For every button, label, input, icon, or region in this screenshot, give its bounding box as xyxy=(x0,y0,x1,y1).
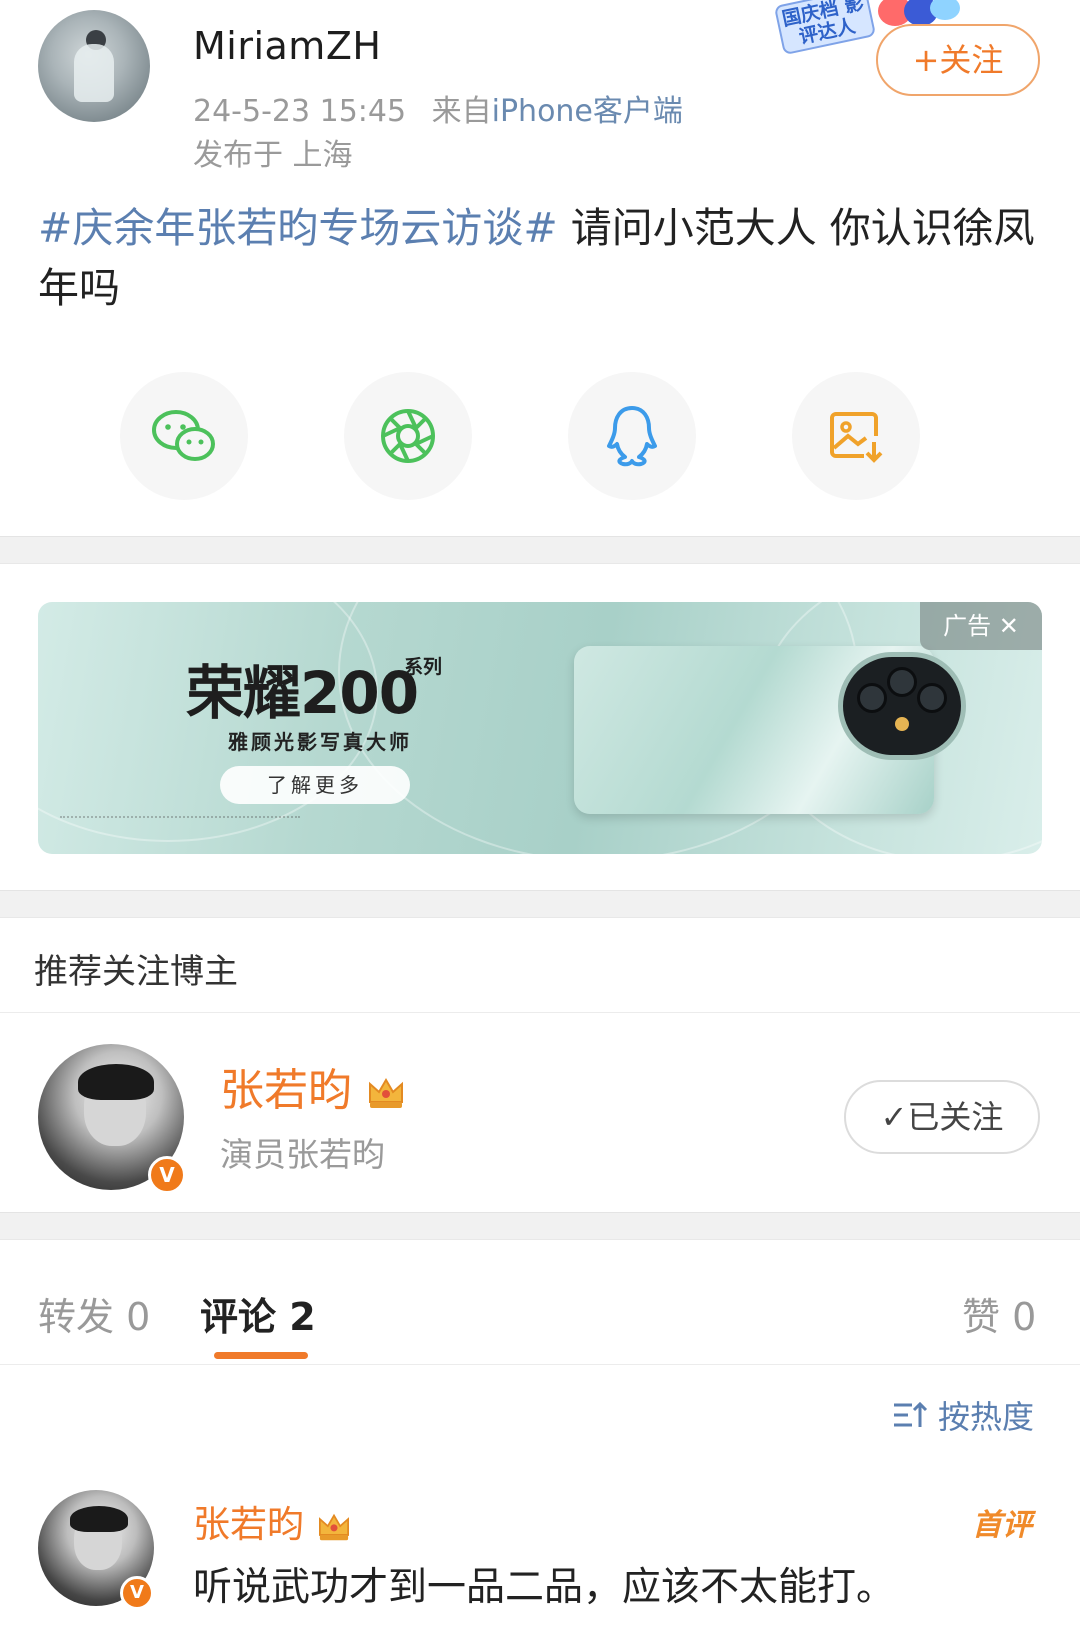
camera-lens xyxy=(917,683,947,713)
avatar-hair xyxy=(78,1064,154,1100)
ad-banner[interactable]: 荣耀200 系列 雅顾光影写真大师 了解更多 广告 ✕ xyxy=(38,602,1042,854)
first-comment-badge: 首评 xyxy=(972,1508,1032,1543)
sticker-balloon-icon xyxy=(930,0,960,20)
share-qq-button[interactable] xyxy=(568,372,696,500)
save-image-button[interactable] xyxy=(792,372,920,500)
divider-line xyxy=(0,1364,1080,1365)
recommend-section-title: 推荐关注博主 xyxy=(34,952,238,992)
share-wechat-button[interactable] xyxy=(120,372,248,500)
share-row xyxy=(0,372,1080,502)
wechat-icon xyxy=(152,410,215,461)
post-location: 发布于 上海 xyxy=(193,138,353,173)
commenter-name-text: 张若昀 xyxy=(193,1503,304,1546)
sort-label: 按热度 xyxy=(938,1398,1035,1436)
active-tab-indicator xyxy=(214,1352,308,1359)
ad-learn-more-button[interactable]: 了解更多 xyxy=(220,766,410,804)
interaction-tabs: 转发 0 评论 2 赞 0 xyxy=(0,1250,1080,1360)
recommended-user-avatar[interactable]: V xyxy=(38,1044,186,1194)
sort-icon xyxy=(894,1401,928,1427)
verified-v-badge-icon: V xyxy=(120,1576,154,1610)
avatar-figure-body xyxy=(74,44,114,102)
moments-icon xyxy=(381,409,435,463)
ad-series-label: 系列 xyxy=(404,656,443,678)
comment-text: 听说武功才到一品二品，应该不太能打。 xyxy=(193,1565,896,1610)
tab-comment[interactable]: 评论 2 xyxy=(200,1286,316,1341)
recommended-user-name[interactable]: 张若昀 xyxy=(220,1054,406,1118)
sticker-label: 国庆档 影评达人 xyxy=(773,0,877,56)
sort-by-hot-button[interactable]: 按热度 xyxy=(892,1392,1034,1438)
topic-hashtag[interactable]: #庆余年张若昀专场云访谈# xyxy=(38,204,558,252)
ad-close-label[interactable]: 广告 ✕ xyxy=(920,602,1042,650)
author-avatar[interactable] xyxy=(38,10,150,122)
verified-v-badge-icon: V xyxy=(148,1156,186,1194)
ad-tagline: 雅顾光影写真大师 xyxy=(228,730,412,754)
post-meta: 24-5-23 15:45 来自iPhone客户端 xyxy=(193,86,683,130)
source-client[interactable]: iPhone客户端 xyxy=(492,94,683,129)
source-prefix: 来自 xyxy=(431,94,492,129)
share-moments-button[interactable] xyxy=(344,372,472,500)
recommended-user-description: 演员张若昀 xyxy=(220,1135,385,1174)
commenter-name[interactable]: 张若昀 xyxy=(193,1494,352,1548)
divider-line xyxy=(0,1012,1080,1013)
camera-flash xyxy=(895,717,909,731)
ad-brand-title: 荣耀200 xyxy=(186,659,419,727)
tab-like[interactable]: 赞 0 xyxy=(962,1286,1036,1341)
crown-icon xyxy=(369,1078,403,1108)
qq-icon xyxy=(607,406,657,467)
recommended-user-name-text: 张若昀 xyxy=(220,1065,352,1116)
ad-fine-print xyxy=(60,816,300,820)
section-divider xyxy=(0,890,1080,918)
commenter-avatar[interactable]: V xyxy=(38,1490,154,1610)
avatar-hair xyxy=(70,1506,128,1532)
save-image-icon xyxy=(830,412,883,463)
crown-icon xyxy=(318,1513,349,1540)
author-username[interactable]: MiriamZH xyxy=(193,24,381,68)
tab-repost[interactable]: 转发 0 xyxy=(38,1286,150,1341)
camera-lens xyxy=(857,683,887,713)
post-content: #庆余年张若昀专场云访谈# 请问小范大人 你认识徐凤年吗 xyxy=(38,198,1048,318)
camera-lens xyxy=(887,667,917,697)
follow-button[interactable]: +关注 xyxy=(876,24,1040,96)
section-divider xyxy=(0,536,1080,564)
post-date: 24-5-23 15:45 xyxy=(193,94,407,129)
ad-phone-camera-module xyxy=(838,652,966,760)
section-divider xyxy=(0,1212,1080,1240)
post-header: MiriamZH 24-5-23 15:45 来自iPhone客户端 发布于 上… xyxy=(0,0,1080,200)
followed-button[interactable]: ✓已关注 xyxy=(844,1080,1040,1154)
